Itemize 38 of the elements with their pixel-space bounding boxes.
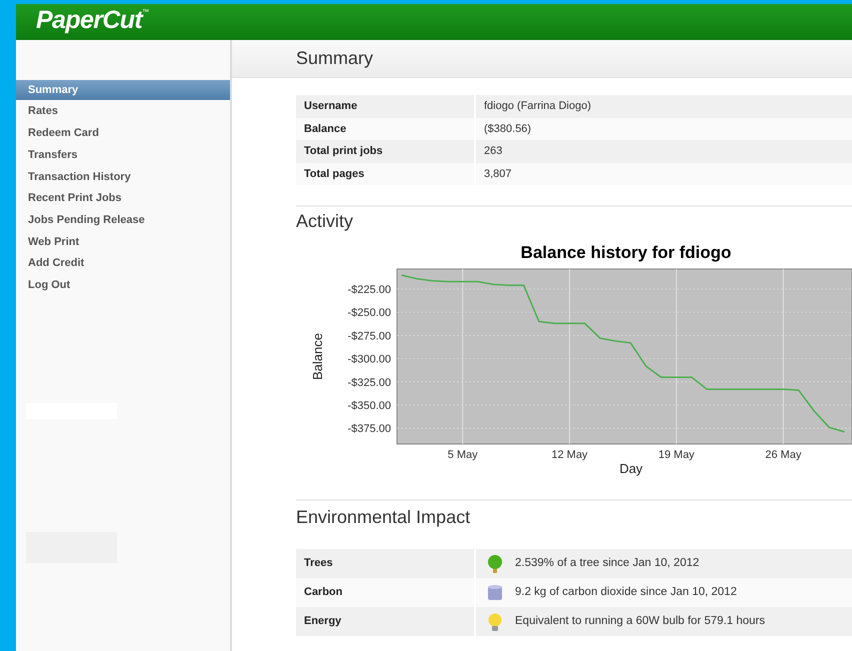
x-tick-label: 19 May xyxy=(658,449,694,461)
sidebar-item[interactable]: Add Credit xyxy=(16,254,230,274)
summary-value: ($380.56) xyxy=(483,122,532,136)
section-heading: Environmental Impact xyxy=(296,506,472,529)
impact-value: 9.2 kg of carbon dioxide since Jan 10, 2012 xyxy=(515,584,737,600)
sidebar-item[interactable]: Redeem Card xyxy=(16,123,230,144)
sidebar-item[interactable]: Rates xyxy=(16,102,230,122)
papercut-logo[interactable]: PaperCut xyxy=(36,4,142,36)
sidebar-item[interactable]: Jobs Pending Release xyxy=(16,210,230,230)
y-tick-label: -$375.00 xyxy=(348,423,391,436)
summary-value: 263 xyxy=(483,144,502,159)
y-tick-label: -$250.00 xyxy=(348,307,391,320)
impact-label: Energy xyxy=(296,607,476,636)
tree-icon xyxy=(485,554,505,574)
summary-value: 3,807 xyxy=(483,166,512,182)
x-tick-label: 26 May xyxy=(765,449,802,461)
summary-label: Total pages xyxy=(296,162,476,185)
y-tick-label: -$325.00 xyxy=(348,376,391,389)
y-tick-label: -$225.00 xyxy=(348,284,391,296)
section-heading: Activity xyxy=(296,210,354,233)
sidebar-item[interactable]: Log Out xyxy=(16,275,230,296)
y-axis-label: Balance xyxy=(310,333,325,380)
y-tick-label: -$350.00 xyxy=(348,400,391,412)
page-title: Summary xyxy=(296,47,374,70)
cylinder-icon xyxy=(485,582,505,602)
sidebar-item[interactable]: Recent Print Jobs xyxy=(16,188,230,208)
impact-value: Equivalent to running a 60W bulb for 579.1 hours xyxy=(515,614,765,629)
sidebar-item[interactable]: Transaction History xyxy=(16,166,230,187)
x-axis-label: Day xyxy=(619,461,643,476)
sidebar-item[interactable]: Transfers xyxy=(16,145,230,166)
chart-title: Balance history for fdiogo xyxy=(520,243,732,262)
sidebar-item[interactable]: Web Print xyxy=(16,232,230,252)
impact-value: 2.539% of a tree since Jan 10, 2012 xyxy=(515,556,700,571)
x-tick-label: 12 May xyxy=(552,449,588,461)
y-tick-label: -$275.00 xyxy=(348,330,391,342)
summary-value: fdiogo (Farrina Diogo) xyxy=(483,99,591,114)
y-tick-label: -$300.00 xyxy=(348,354,391,366)
x-tick-label: 5 May xyxy=(448,449,478,461)
